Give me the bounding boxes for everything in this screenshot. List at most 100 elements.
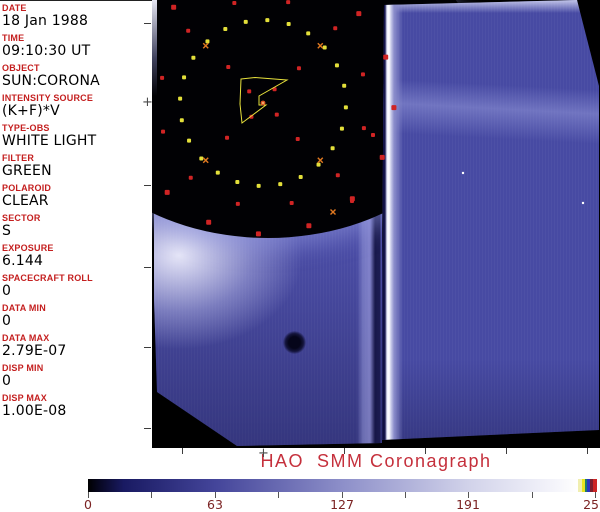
field-value: (K+F)*V [2,103,60,119]
metadata-row: DISP MIN 0 [2,363,152,389]
colorbar-tick-label: 255 [583,497,600,512]
fiducial-dot [295,136,300,141]
fiducial-dot [182,75,187,80]
fiducial-dot [223,27,228,32]
metadata-row: DISP MAX 1.00E-08 [2,393,152,419]
field-value: SUN:CORONA [2,73,100,89]
fiducial-overlay [160,0,585,237]
axis-tick [506,448,507,454]
fiducial-dot [164,189,170,195]
metadata-row: POLAROID CLEAR [2,183,152,209]
field-value: GREEN [2,163,52,179]
fiducial-dot [199,156,204,161]
colorbar-minor-tick [405,492,406,498]
fiducial-dot [191,55,196,60]
fiducial-dot [342,83,347,88]
fiducial-dot [330,146,335,151]
fiducial-dot [235,201,240,206]
fiducial-dot [306,223,312,229]
field-label: SPACECRAFT ROLL [2,273,93,283]
metadata-row: FILTER GREEN [2,153,152,179]
fiducial-dot [206,219,212,225]
fiducial-dot [225,135,230,140]
fiducial-dot [179,118,184,123]
fiducial-dot [160,75,165,80]
fiducial-dot [235,179,240,184]
fiducial-dot [361,126,366,131]
fiducial-dot [371,133,375,137]
colorbar-minor-tick [278,492,279,498]
fiducial-dot [188,175,193,180]
fiducial-dot [298,174,303,179]
colorbar-peak-stripes [578,479,597,492]
field-value: CLEAR [2,193,49,209]
colorbar-minor-tick [151,492,152,498]
axis-tick [182,448,183,454]
colorbar-stripe [593,479,597,492]
star-speck [461,171,465,175]
calibration-polygon [239,76,289,124]
fiducial-dot [356,11,362,17]
fiducial-dot [289,200,294,205]
field-value: 6.144 [2,253,44,269]
colorbar-tick-label: 191 [456,497,480,512]
fiducial-dot [296,66,301,71]
fiducial-dot [343,105,348,110]
field-value: S [2,223,12,239]
metadata-row: TYPE-OBS WHITE LIGHT [2,123,152,149]
fiducial-dot [256,183,261,188]
fiducial-dot [265,18,270,23]
field-label: DISP MIN [2,363,44,373]
fiducial-dot [161,129,166,134]
fiducial-dot [232,1,237,6]
fiducial-dot [334,63,339,68]
coronagraph-viewer-window: DATE 18 Jan 1988 TIME 09:10:30 UT OBJECT SUN:… [0,0,600,512]
field-value: 2.79E-07 [2,343,67,359]
field-value: 18 Jan 1988 [2,13,89,29]
axis-tick [587,448,588,454]
fiducial-dot [215,170,220,175]
metadata-sidebar: DATE 18 Jan 1988 TIME 09:10:30 UT OBJECT SUN:… [0,0,152,448]
metadata-row: SPACECRAFT ROLL 0 [2,273,152,299]
fiducial-dot [255,231,261,237]
axis-plus-sun-y: + [142,95,153,110]
field-value: 0 [2,283,12,299]
field-value: WHITE LIGHT [2,133,97,149]
metadata-row: TIME 09:10:30 UT [2,33,152,59]
fiducial-dot [306,31,311,36]
metadata-row: OBJECT SUN:CORONA [2,63,152,89]
metadata-row: EXPOSURE 6.144 [2,243,152,269]
field-value: 0 [2,373,12,389]
field-value: 0 [2,313,12,329]
fiducial-dot [243,19,248,24]
fiducial-dot [171,4,177,10]
fiducial-dot [186,28,191,33]
colorbar-tick-label: 127 [330,497,354,512]
footer-title: HAO SMM Coronagraph [260,451,492,471]
fiducial-dot [187,138,192,143]
fiducial-dot [274,112,279,117]
axis-tick [144,267,151,268]
fiducial-dot [205,39,210,44]
axis-tick [344,448,345,454]
sun-center-marker-core [262,102,264,104]
metadata-row: INTENSITY SOURCE (K+F)*V [2,93,152,119]
axis-tick [144,347,151,348]
fiducial-dot [335,173,340,178]
coronagraph-image[interactable] [152,0,600,448]
colorbar-tick-label: 63 [207,497,223,512]
metadata-row: SECTOR S [2,213,152,239]
fiducial-dot [322,45,327,50]
field-value: 09:10:30 UT [2,43,91,59]
axis-tick [425,448,426,454]
colorbar-minor-tick [532,492,533,498]
fiducial-dot [379,154,385,160]
colorbar-tick-label: 0 [84,497,92,512]
fiducial-dot [383,54,389,60]
axis-tick [144,428,151,429]
colorbar [88,479,597,492]
axis-tick [144,185,151,186]
metadata-row: DATE 18 Jan 1988 [2,3,152,29]
axis-tick [144,23,151,24]
metadata-row: DATA MIN 0 [2,303,152,329]
